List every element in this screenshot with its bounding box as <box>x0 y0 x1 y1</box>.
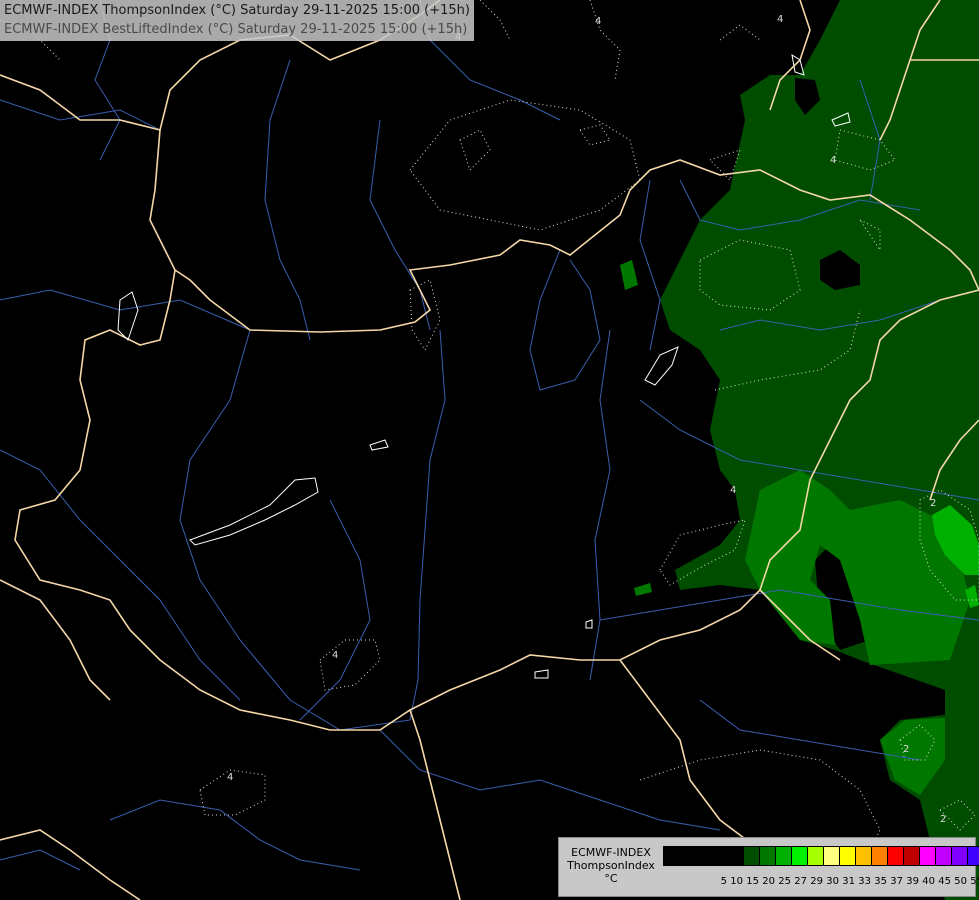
color-legend: ECMWF-INDEX ThompsonIndex °C 5 10 15 20 25 27… <box>558 837 979 897</box>
legend-swatch <box>887 846 904 866</box>
legend-swatch <box>823 846 840 866</box>
legend-tick: 29 <box>810 876 823 887</box>
legend-swatch <box>807 846 824 866</box>
title-thompson-index: ECMWF-INDEX ThompsonIndex (°C) Saturday … <box>4 3 470 18</box>
legend-swatch <box>871 846 888 866</box>
legend-index-name: ThompsonIndex <box>567 859 655 872</box>
legend-tick: 30 <box>826 876 839 887</box>
legend-swatch <box>855 846 872 866</box>
legend-tick: 40 <box>922 876 935 887</box>
weather-map: 4 4 4 4 4 2 2 2 4 4 <box>0 0 979 900</box>
legend-swatch <box>679 846 696 866</box>
legend-tick: 5 <box>720 876 727 887</box>
legend-tick: 33 <box>858 876 871 887</box>
legend-color-bar <box>663 846 979 866</box>
legend-tick: 37 <box>890 876 903 887</box>
legend-swatch <box>919 846 936 866</box>
legend-tick: 15 <box>746 876 759 887</box>
legend-swatch <box>967 846 979 866</box>
legend-tick: 39 <box>906 876 919 887</box>
legend-swatch <box>951 846 968 866</box>
legend-tick: 35 <box>874 876 887 887</box>
legend-tick: 10 <box>730 876 743 887</box>
contour-label: 4 <box>332 650 338 661</box>
legend-swatch <box>775 846 792 866</box>
legend-tick: 55 <box>970 876 979 887</box>
legend-model-name: ECMWF-INDEX <box>571 846 651 859</box>
contour-label: 2 <box>903 744 909 755</box>
title-best-lifted-index: ECMWF-INDEX BestLiftedIndex (°C) Saturda… <box>4 22 468 37</box>
legend-tick: 45 <box>938 876 951 887</box>
contour-label: 4 <box>227 772 233 783</box>
legend-tick: 27 <box>794 876 807 887</box>
legend-swatch <box>791 846 808 866</box>
legend-tick-labels: 51015202527293031333537394045505560 <box>663 876 979 887</box>
legend-swatch <box>727 846 744 866</box>
contour-label: 4 <box>777 14 783 25</box>
map-title-box: ECMWF-INDEX ThompsonIndex (°C) Saturday … <box>0 0 474 41</box>
legend-tick: 20 <box>762 876 775 887</box>
legend-swatch <box>663 846 680 866</box>
legend-label: ECMWF-INDEX ThompsonIndex °C <box>563 846 659 885</box>
legend-swatch <box>935 846 952 866</box>
legend-swatch <box>695 846 712 866</box>
contour-label: 2 <box>930 498 936 509</box>
legend-tick: 50 <box>954 876 967 887</box>
legend-swatch <box>711 846 728 866</box>
legend-swatch <box>743 846 760 866</box>
legend-swatch <box>759 846 776 866</box>
contour-label: 4 <box>595 16 601 27</box>
legend-swatch <box>839 846 856 866</box>
contour-label: 4 <box>830 155 836 166</box>
legend-tick: 31 <box>842 876 855 887</box>
contour-label: 2 <box>940 814 946 825</box>
contour-label: 4 <box>730 485 736 496</box>
legend-swatch <box>903 846 920 866</box>
legend-tick: 25 <box>778 876 791 887</box>
legend-unit: °C <box>604 872 618 885</box>
